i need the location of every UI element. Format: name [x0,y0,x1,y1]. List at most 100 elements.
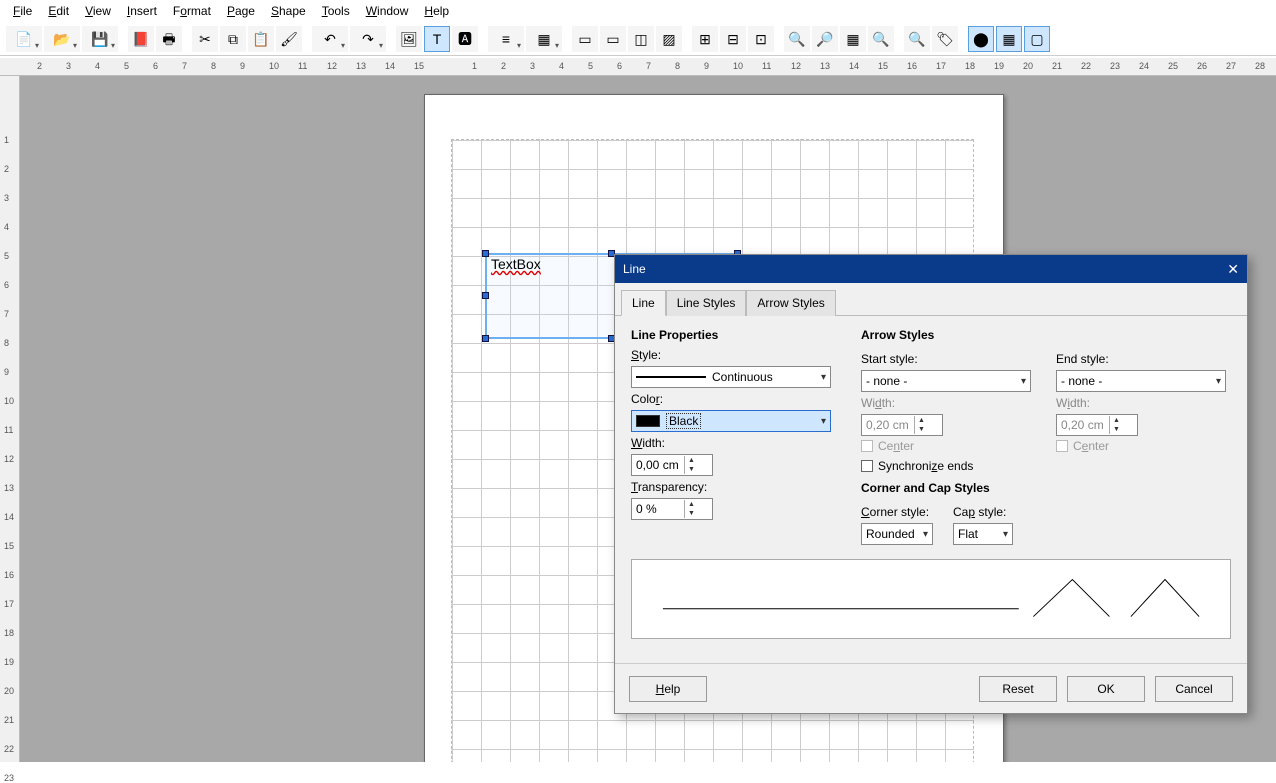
menu-format[interactable]: Format [165,2,219,20]
menu-tools[interactable]: Tools [314,2,358,20]
menu-file[interactable]: File [5,2,40,20]
menu-edit[interactable]: Edit [40,2,77,20]
tab-arrow-styles[interactable]: Arrow Styles [746,290,835,316]
copy-button[interactable]: ⧉ [220,26,246,52]
spin-up-icon[interactable]: ▲ [1110,416,1123,425]
distribute2-button[interactable]: ▭ [600,26,626,52]
cap-style-label: Cap style: [953,505,1013,519]
insert-fontwork-button[interactable]: 🅰 [452,26,478,52]
new-doc-button[interactable]: 📄 [6,26,42,52]
handle-w[interactable] [482,292,489,299]
start-style-combo[interactable]: - none - ▾ [861,370,1031,392]
undo-button[interactable]: ↶ [312,26,348,52]
menu-help[interactable]: Help [416,2,457,20]
cancel-button[interactable]: Cancel [1155,676,1233,702]
corner-style-label: Corner style: [861,505,933,519]
distribute1-button[interactable]: ▭ [572,26,598,52]
spin-down-icon[interactable]: ▼ [685,465,698,474]
end-style-combo[interactable]: - none - ▾ [1056,370,1226,392]
nav-button[interactable]: 🔍 [904,26,930,52]
zoom-obj-button[interactable]: 🔍 [868,26,894,52]
start-width-input[interactable] [862,415,914,435]
shadow-button[interactable]: ▨ [656,26,682,52]
end-center-checkbox[interactable]: Center [1056,439,1231,453]
style-combo[interactable]: Continuous ▾ [631,366,831,388]
gallery-button[interactable]: 🏷 [932,26,958,52]
clone-format-button[interactable]: 🖌 [276,26,302,52]
color-label: Color: [631,392,831,406]
start-width-label: Width: [861,396,1036,410]
transparency-spinner[interactable]: ▲▼ [631,498,713,520]
menu-window[interactable]: Window [358,2,417,20]
menu-shape[interactable]: Shape [263,2,314,20]
transparency-label: Transparency: [631,480,831,494]
width-input[interactable] [632,455,684,475]
print-button[interactable]: 🖶 [156,26,182,52]
zoom-100-button[interactable]: ▦ [840,26,866,52]
spin-up-icon[interactable]: ▲ [685,500,698,509]
chevron-down-icon: ▾ [1003,529,1008,540]
menu-view[interactable]: View [77,2,119,20]
chevron-down-icon: ▾ [1021,376,1026,387]
spin-down-icon[interactable]: ▼ [685,509,698,518]
end-style-label: End style: [1056,352,1231,366]
snap2-button[interactable]: ⊟ [720,26,746,52]
spin-up-icon[interactable]: ▲ [685,456,698,465]
start-center-checkbox[interactable]: Center [861,439,1036,453]
help-button[interactable]: Help [629,676,707,702]
tab-line[interactable]: Line [621,290,666,316]
align-button[interactable]: ≡ [488,26,524,52]
chevron-down-icon: ▾ [821,372,826,383]
start-style-label: Start style: [861,352,1036,366]
width-label: Width: [631,436,831,450]
spin-down-icon[interactable]: ▼ [915,425,928,434]
chevron-down-icon: ▾ [821,416,826,427]
grid-button[interactable]: ▦ [996,26,1022,52]
synchronize-checkbox[interactable]: Synchronize ends [861,459,1231,473]
zoom-page-button[interactable]: 🔎 [812,26,838,52]
section-arrow-styles: Arrow Styles [861,328,1231,342]
cap-style-combo[interactable]: Flat ▾ [953,523,1013,545]
handle-sw[interactable] [482,335,489,342]
dialog-titlebar[interactable]: Line ✕ [615,255,1247,283]
insert-textbox-button[interactable]: T [424,26,450,52]
corner-style-combo[interactable]: Rounded ▾ [861,523,933,545]
menu-bar: File Edit View Insert Format Page Shape … [0,0,1276,22]
width-spinner[interactable]: ▲▼ [631,454,713,476]
save-button[interactable]: 💾 [82,26,118,52]
end-width-spinner[interactable]: ▲▼ [1056,414,1138,436]
open-button[interactable]: 📂 [44,26,80,52]
handle-nw[interactable] [482,250,489,257]
section-line-properties: Line Properties [631,328,831,342]
transparency-input[interactable] [632,499,684,519]
helplines-button[interactable]: ▢ [1024,26,1050,52]
arrange-button[interactable]: ▦ [526,26,562,52]
cut-button[interactable]: ✂ [192,26,218,52]
crop-button[interactable]: ◫ [628,26,654,52]
spin-down-icon[interactable]: ▼ [1110,425,1123,434]
zoom-fit-button[interactable]: 🔍 [784,26,810,52]
spin-up-icon[interactable]: ▲ [915,416,928,425]
ok-button[interactable]: OK [1067,676,1145,702]
snap1-button[interactable]: ⊞ [692,26,718,52]
color-combo[interactable]: Black ▾ [631,410,831,432]
extrusion-button[interactable]: ⬤ [968,26,994,52]
start-width-spinner[interactable]: ▲▼ [861,414,943,436]
menu-insert[interactable]: Insert [119,2,165,20]
close-icon[interactable]: ✕ [1227,261,1239,278]
snap3-button[interactable]: ⊡ [748,26,774,52]
reset-button[interactable]: Reset [979,676,1057,702]
end-width-input[interactable] [1057,415,1109,435]
dialog-tabs: Line Line Styles Arrow Styles [615,283,1247,316]
vertical-ruler: 1234567891011121314151617181920212223 [0,76,20,762]
horizontal-ruler: 1514131211109876543212345678910111213141… [0,58,1276,76]
export-pdf-button[interactable]: 📕 [128,26,154,52]
paste-button[interactable]: 📋 [248,26,274,52]
line-dialog: Line ✕ Line Line Styles Arrow Styles Lin… [614,254,1248,714]
redo-button[interactable]: ↷ [350,26,386,52]
main-toolbar: 📄 📂 💾 📕 🖶 ✂ ⧉ 📋 🖌 ↶ ↷ 🖼 T 🅰 ≡ ▦ ▭ ▭ ◫ ▨ … [0,22,1276,56]
menu-page[interactable]: Page [219,2,263,20]
tab-line-styles[interactable]: Line Styles [666,290,747,316]
dialog-title: Line [623,262,646,276]
insert-image-button[interactable]: 🖼 [396,26,422,52]
